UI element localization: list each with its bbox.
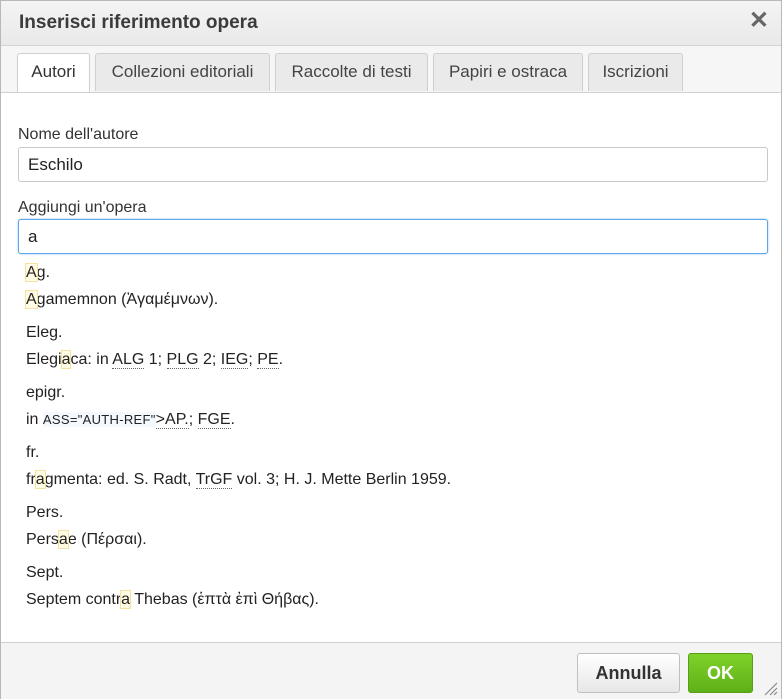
work-title: Septem contra Thebas (ἑπτὰ ἐπὶ Θήβας). xyxy=(26,586,768,613)
author-name-input[interactable] xyxy=(18,147,768,182)
work-title-part: fr xyxy=(26,471,36,488)
tab-label: Collezioni editoriali xyxy=(111,62,254,81)
tab-label: Papiri e ostraca xyxy=(448,62,568,81)
tab-label: Autori xyxy=(31,62,76,81)
edition-ref: TrGF xyxy=(195,471,233,489)
work-title-part: Elegi xyxy=(26,351,62,368)
tab-papiri-e-ostraca[interactable]: Papiri e ostraca xyxy=(433,53,583,91)
insert-work-reference-dialog: Inserisci riferimento opera ✕ Autori Col… xyxy=(0,0,782,699)
edition-ref: >AP. xyxy=(155,411,189,429)
work-title-part: gmenta: ed. S. Radt, xyxy=(44,471,196,488)
dialog-footer: Annulla OK xyxy=(1,642,781,699)
edition-ref: IEG xyxy=(220,351,249,369)
work-title-part: Thebas (ἑπτὰ ἐπὶ Θήβας). xyxy=(130,591,319,608)
ok-button[interactable]: OK xyxy=(688,653,753,693)
tab-label: Iscrizioni xyxy=(602,62,669,81)
match-highlight: A xyxy=(25,290,38,309)
work-title: fragmenta: ed. S. Radt, TrGF vol. 3; H. … xyxy=(26,466,768,493)
edition-ref: ALG xyxy=(112,351,145,369)
work-title-rest: gamemnon (Ἀγαμέμνων). xyxy=(36,291,219,308)
edition-ref: FGE xyxy=(197,411,231,429)
work-title-part: e (Πέρσαι). xyxy=(67,531,147,548)
work-title-part: ; xyxy=(188,411,198,428)
work-abbreviation: Ag. xyxy=(25,257,768,286)
work-title: Agamemnon (Ἀγαμέμνων). xyxy=(25,286,768,313)
raw-markup-fragment: ASS="AUTH-REF" xyxy=(42,412,156,427)
tab-autori[interactable]: Autori xyxy=(17,53,90,92)
work-title-part: vol. 3; H. J. Mette Berlin 1959. xyxy=(232,471,452,488)
list-item[interactable]: fr. fragmenta: ed. S. Radt, TrGF vol. 3;… xyxy=(18,437,768,497)
autocomplete-list: Ag. Agamemnon (Ἀγαμέμνων). Eleg. Elegiac… xyxy=(18,257,768,617)
work-title: Persae (Πέρσαι). xyxy=(26,526,768,553)
work-title-part: 2; xyxy=(198,351,221,368)
match-highlight: a xyxy=(57,530,69,549)
work-title: Elegiaca: in ALG 1; PLG 2; IEG; PE. xyxy=(26,346,768,373)
list-item[interactable]: Ag. Agamemnon (Ἀγαμέμνων). xyxy=(18,257,768,317)
close-icon[interactable]: ✕ xyxy=(749,9,769,33)
work-title-part: ; xyxy=(248,351,258,368)
tab-label: Raccolte di testi xyxy=(291,62,412,81)
work-title: in ASS="AUTH-REF">AP.; FGE. xyxy=(26,406,768,433)
work-title-part: ca: in xyxy=(70,351,113,368)
work-title-part: . xyxy=(230,411,235,428)
work-abbreviation: Pers. xyxy=(26,504,64,521)
tab-raccolte-di-testi[interactable]: Raccolte di testi xyxy=(275,53,428,91)
work-title-part: . xyxy=(278,351,284,368)
work-abbreviation: Eleg. xyxy=(26,324,63,341)
edition-ref: PE xyxy=(257,351,279,369)
match-highlight: a xyxy=(120,590,132,609)
list-item[interactable]: Pers. Persae (Πέρσαι). xyxy=(18,497,768,557)
tab-content-autori: Nome dell'autore Aggiungi un'opera Ag. A… xyxy=(1,93,781,641)
cancel-button[interactable]: Annulla xyxy=(577,653,680,693)
tab-collezioni-editoriali[interactable]: Collezioni editoriali xyxy=(95,53,270,91)
list-item[interactable]: Sept. Septem contra Thebas (ἑπτὰ ἐπὶ Θήβ… xyxy=(18,557,768,617)
author-name-label: Nome dell'autore xyxy=(18,126,139,143)
work-title-part: in xyxy=(26,411,43,428)
work-title-part: Septem contr xyxy=(26,591,122,608)
list-item[interactable]: Eleg. Elegiaca: in ALG 1; PLG 2; IEG; PE… xyxy=(18,317,768,377)
edition-ref: PLG xyxy=(166,351,199,369)
dialog-titlebar[interactable]: Inserisci riferimento opera ✕ xyxy=(1,1,781,46)
resize-grip-icon[interactable] xyxy=(764,682,778,696)
abbreviation-rest: g. xyxy=(36,264,51,281)
work-title-part: Pers xyxy=(26,531,59,548)
match-highlight: a xyxy=(34,470,46,489)
work-abbreviation: Sept. xyxy=(26,564,64,581)
tab-strip: Autori Collezioni editoriali Raccolte di… xyxy=(1,46,781,93)
add-work-input[interactable] xyxy=(18,219,768,254)
match-highlight: A xyxy=(25,263,38,282)
add-work-label: Aggiungi un'opera xyxy=(18,199,147,216)
tab-iscrizioni[interactable]: Iscrizioni xyxy=(588,53,683,91)
dialog-title: Inserisci riferimento opera xyxy=(19,12,258,33)
work-title-part: 1; xyxy=(144,351,167,368)
work-abbreviation: epigr. xyxy=(26,384,66,401)
work-abbreviation: fr. xyxy=(26,444,40,461)
list-item[interactable]: epigr. in ASS="AUTH-REF">AP.; FGE. xyxy=(18,377,768,437)
